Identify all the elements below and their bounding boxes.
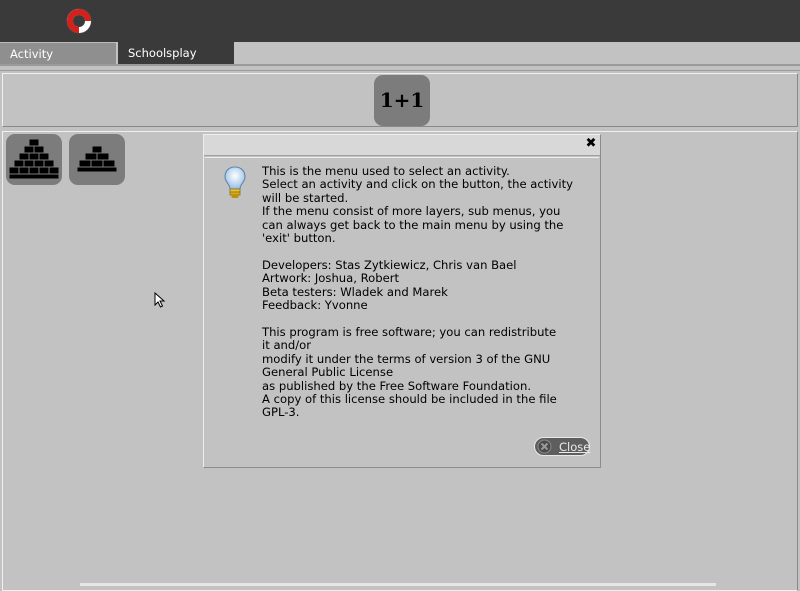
dialog-message-line — [262, 312, 598, 325]
mouse-pointer-icon — [154, 292, 166, 308]
dialog-message-line: Feedback: Yvonne — [262, 298, 368, 313]
close-button[interactable]: Close — [534, 437, 590, 456]
close-icon[interactable]: ✖ — [584, 137, 598, 151]
dialog-message: This is the menu used to select an activ… — [262, 164, 598, 420]
tab-divider — [0, 64, 800, 66]
pyramid-small-icon — [76, 145, 118, 173]
dialog-message-line: GPL-3. — [262, 405, 300, 420]
dialog-message-line: modify it under the terms of version 3 o… — [262, 351, 551, 366]
dialog-message-line: will be started. — [262, 190, 349, 205]
dialog-message-line — [262, 245, 598, 258]
math-activity-tile[interactable]: 1+1 — [374, 75, 430, 126]
activity-button-small-pyramid[interactable] — [69, 134, 125, 185]
dialog-message-line: General Public License — [262, 365, 394, 380]
info-dialog: ✖ This is the menu used to select an act… — [203, 134, 601, 468]
dialog-message-line: it and/or — [262, 338, 312, 353]
dialog-message-line: A copy of this license should be include… — [262, 391, 557, 406]
activity-button-large-pyramid[interactable] — [6, 134, 62, 185]
tab-activity[interactable]: Activity — [0, 42, 116, 64]
dialog-message-line: Developers: Stas Zytkiewicz, Chris van B… — [262, 257, 517, 272]
close-circle-icon — [537, 439, 552, 454]
dialog-message-line: If the menu consist of more layers, sub … — [262, 204, 561, 219]
lifebuoy-icon[interactable] — [64, 6, 94, 36]
close-button-label: Close — [559, 440, 591, 454]
top-bar — [0, 0, 800, 42]
pyramid-large-icon — [8, 138, 60, 180]
dialog-message-line: Beta testers: Wladek and Marek — [262, 284, 448, 299]
lightbulb-icon — [224, 166, 246, 198]
dialog-message-line: as published by the Free Software Founda… — [262, 378, 532, 393]
dialog-message-line: This program is free software; you can r… — [262, 324, 557, 339]
dialog-message-line: This is the menu used to select an activ… — [262, 164, 510, 178]
dialog-titlebar: ✖ — [204, 135, 600, 156]
dialog-message-line: can always get back to the main menu by … — [262, 217, 564, 232]
dialog-message-line: Select an activity and click on the butt… — [262, 177, 573, 192]
dialog-message-line: 'exit' button. — [262, 231, 336, 246]
tab-schoolsplay[interactable]: Schoolsplay — [118, 42, 234, 64]
dialog-message-line: Artwork: Joshua, Robert — [262, 271, 400, 286]
